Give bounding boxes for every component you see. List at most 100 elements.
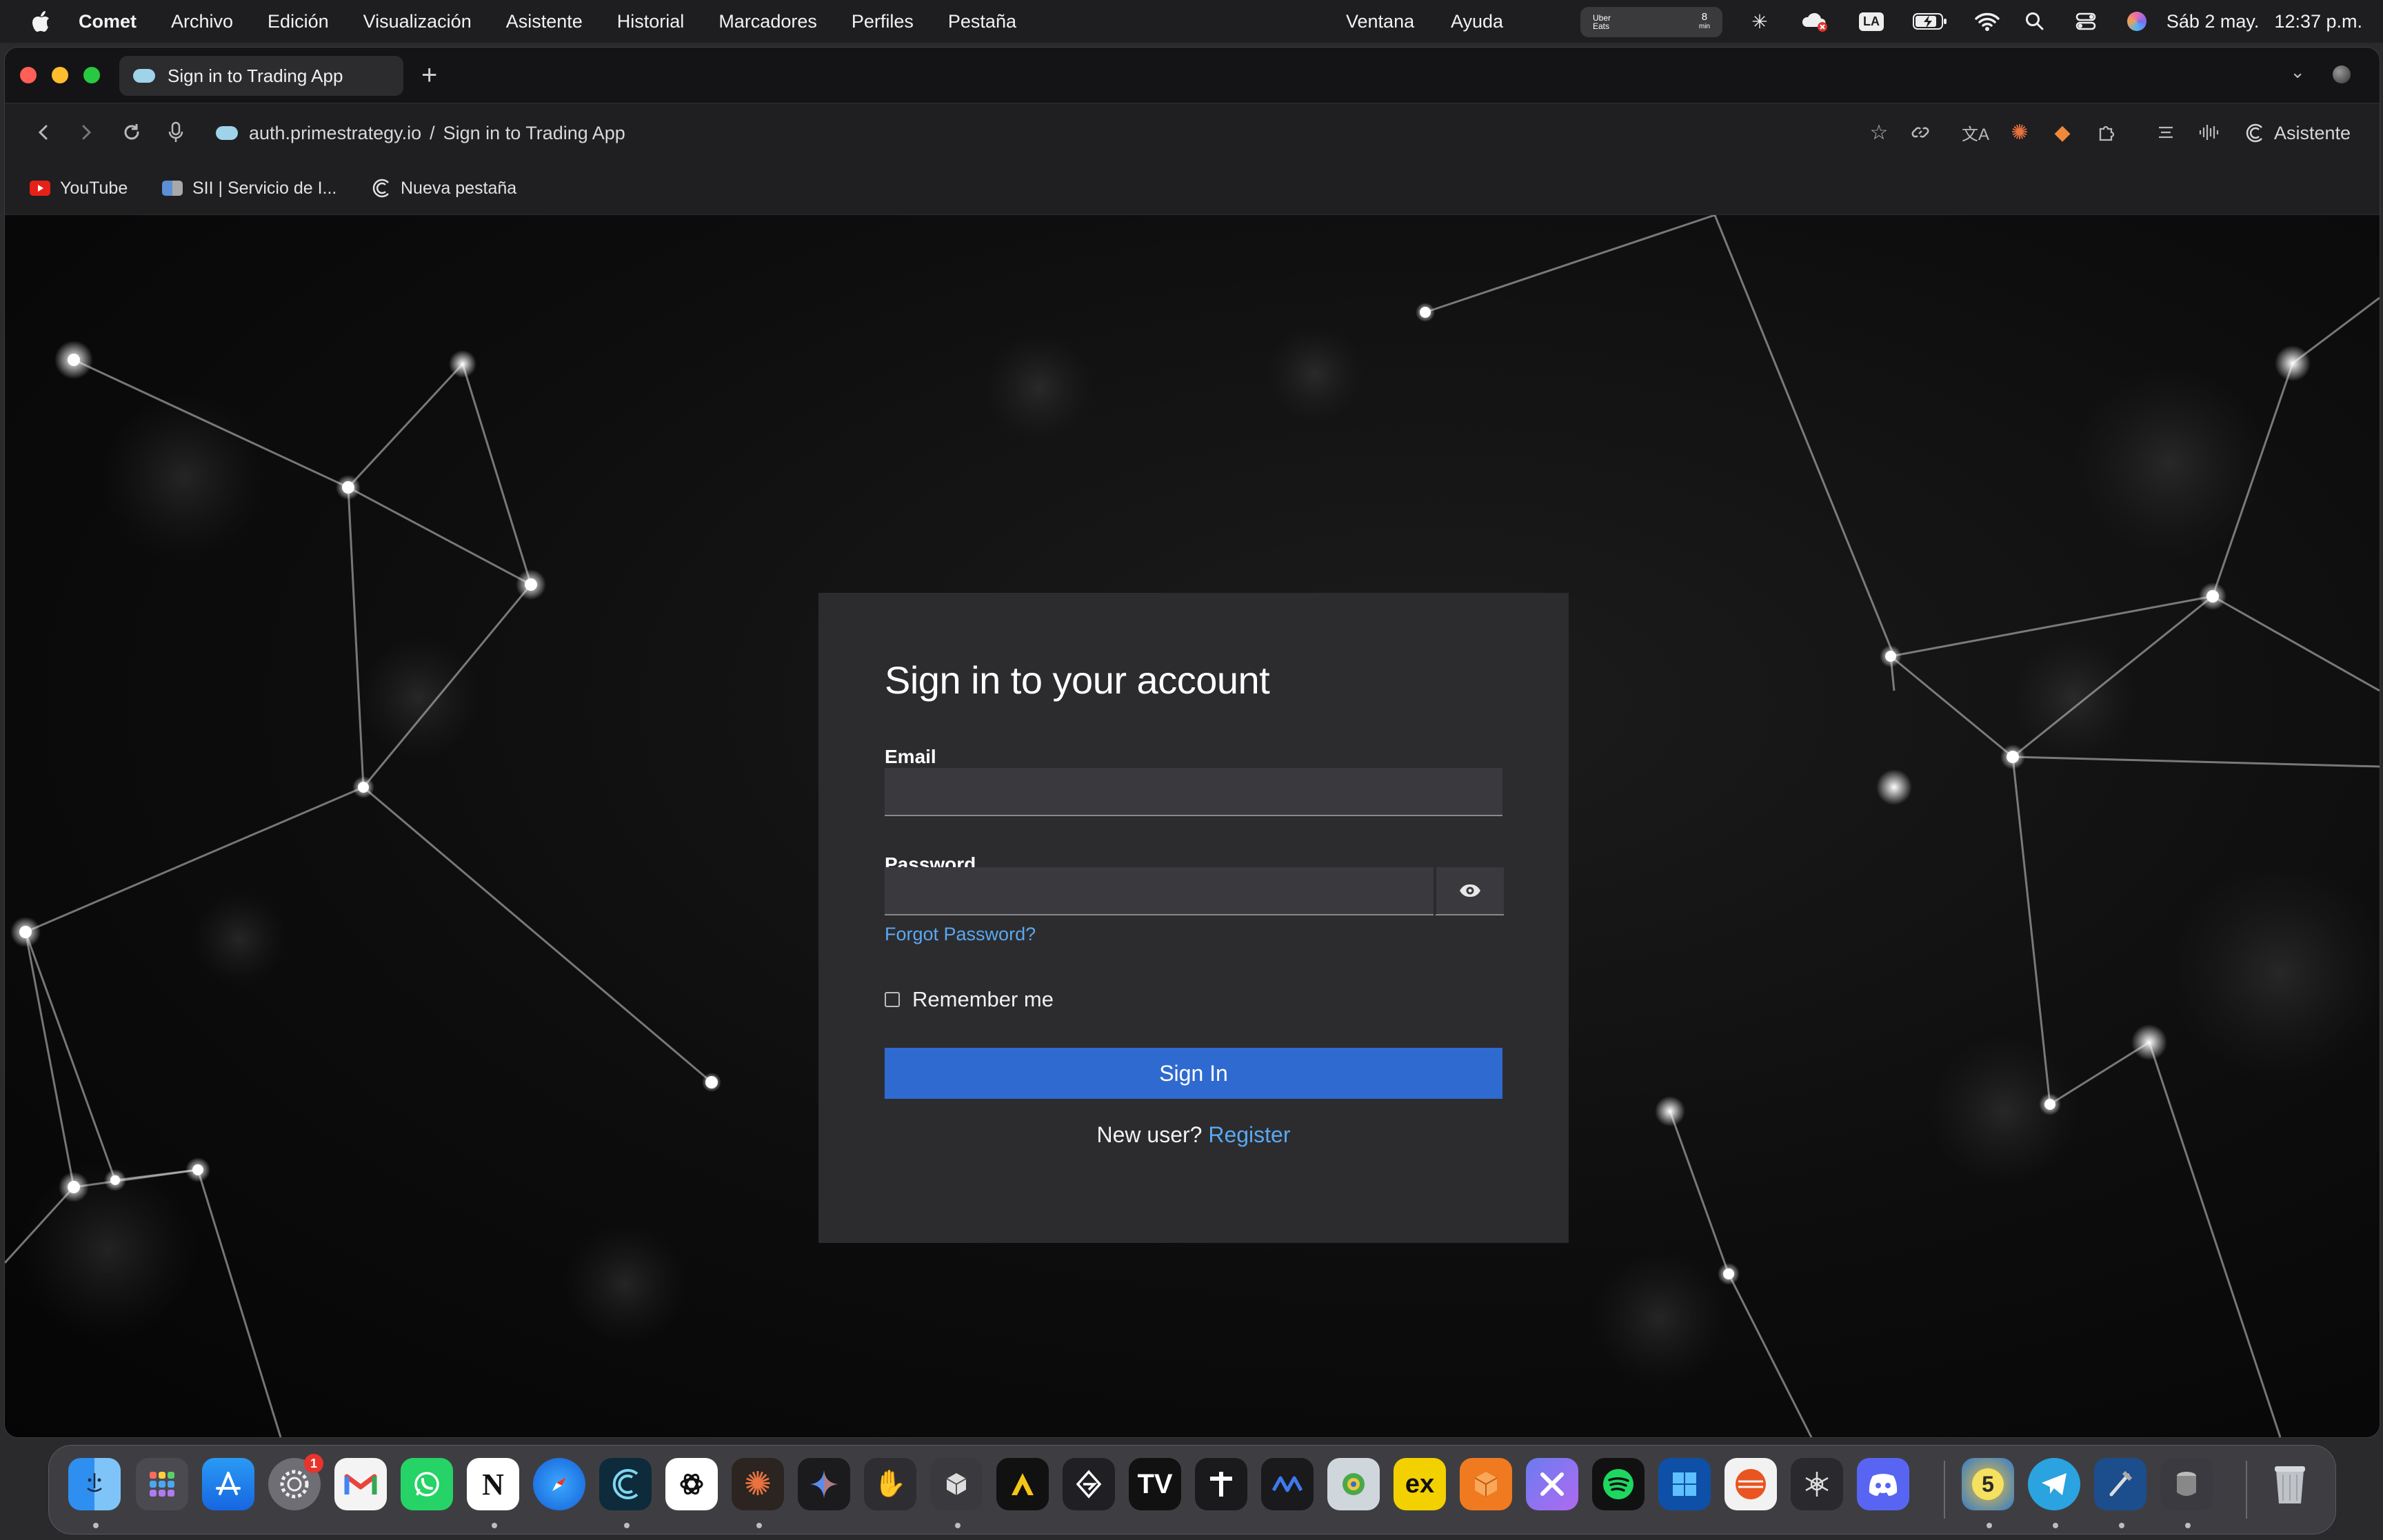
plus-app-icon[interactable] bbox=[1195, 1458, 1247, 1510]
copy-link-icon[interactable] bbox=[1907, 119, 1934, 146]
wifi-icon[interactable] bbox=[1973, 9, 2001, 34]
chatgpt-icon[interactable] bbox=[665, 1458, 718, 1510]
notion-icon[interactable]: N bbox=[467, 1458, 519, 1510]
assistant-button[interactable]: Asistente bbox=[2245, 103, 2351, 163]
comet-app-icon[interactable] bbox=[599, 1458, 652, 1510]
control-center-icon[interactable] bbox=[2074, 9, 2098, 34]
bookmark-star-icon[interactable]: ☆ bbox=[1865, 119, 1893, 146]
bookmark-label: YouTube bbox=[60, 178, 128, 198]
telegram-icon[interactable] bbox=[2028, 1458, 2080, 1510]
forgot-password-link[interactable]: Forgot Password? bbox=[885, 924, 1036, 945]
system-settings-icon[interactable]: 1 bbox=[268, 1454, 323, 1510]
ex-web-app-icon[interactable]: ex bbox=[1394, 1458, 1446, 1510]
new-user-prompt: New user? Register bbox=[818, 1122, 1569, 1148]
sign-in-button[interactable]: Sign In bbox=[885, 1048, 1502, 1099]
launchpad-icon[interactable] bbox=[136, 1458, 188, 1510]
running-indicator bbox=[492, 1523, 497, 1528]
menu-app-name[interactable]: Comet bbox=[79, 11, 137, 32]
menubar-clock[interactable]: Sáb 2 may. 12:37 p.m. bbox=[2166, 0, 2362, 43]
email-field[interactable] bbox=[885, 768, 1502, 816]
menu-perfiles[interactable]: Perfiles bbox=[852, 11, 914, 32]
hand-app-icon[interactable]: ✋ bbox=[864, 1458, 916, 1510]
extensions-puzzle-icon[interactable] bbox=[2093, 119, 2120, 146]
bookmark-label: SII | Servicio de I... bbox=[192, 178, 337, 198]
ubuntu-icon[interactable] bbox=[1725, 1458, 1777, 1510]
forward-icon[interactable] bbox=[74, 119, 99, 146]
gmail-icon[interactable] bbox=[334, 1458, 387, 1510]
menu-historial[interactable]: Historial bbox=[617, 11, 685, 32]
address-bar[interactable]: auth.primestrategy.io / Sign in to Tradi… bbox=[216, 103, 625, 163]
back-icon[interactable] bbox=[31, 119, 56, 146]
bookmark-nueva-pestana[interactable]: Nueva pestaña bbox=[372, 162, 516, 214]
siri-icon[interactable] bbox=[2125, 9, 2149, 34]
menu-edicion[interactable]: Edición bbox=[268, 11, 329, 32]
gemini-icon[interactable] bbox=[798, 1458, 850, 1510]
register-link[interactable]: Register bbox=[1208, 1122, 1290, 1147]
app-store-icon[interactable] bbox=[202, 1458, 254, 1510]
cursor-icon[interactable] bbox=[1063, 1458, 1115, 1510]
url-page-title: Sign in to Trading App bbox=[443, 122, 625, 143]
menu-archivo[interactable]: Archivo bbox=[171, 11, 233, 32]
menu-ayuda[interactable]: Ayuda bbox=[1451, 0, 1503, 43]
running-indicator bbox=[1987, 1523, 1992, 1528]
minimize-window-button[interactable] bbox=[52, 67, 68, 83]
bookmark-sii[interactable]: SII | Servicio de I... bbox=[162, 162, 336, 214]
translate-icon[interactable]: 文A bbox=[1962, 119, 1989, 146]
preview-icon[interactable] bbox=[1327, 1458, 1380, 1510]
apple-icon[interactable] bbox=[30, 10, 51, 33]
menu-pestana[interactable]: Pestaña bbox=[948, 11, 1016, 32]
zoom-window-button[interactable] bbox=[83, 67, 100, 83]
bookmark-label: Nueva pestaña bbox=[401, 178, 517, 198]
meta-app-icon[interactable] bbox=[1261, 1458, 1314, 1510]
remember-me-checkbox[interactable]: Remember me bbox=[885, 987, 1054, 1012]
finder-icon[interactable] bbox=[68, 1458, 121, 1510]
bookmark-youtube[interactable]: YouTube bbox=[30, 162, 128, 214]
tradingview-icon[interactable]: TV bbox=[1129, 1458, 1181, 1510]
uber-eats-label: Uber Eats bbox=[1593, 13, 1611, 31]
password-field[interactable] bbox=[885, 867, 1434, 915]
search-icon[interactable] bbox=[2023, 9, 2047, 34]
reload-icon[interactable] bbox=[118, 119, 145, 146]
uber-eats-live-activity[interactable]: Uber Eats 8 min bbox=[1580, 7, 1722, 37]
bookmarks-bar: YouTube SII | Servicio de I... Nueva pes… bbox=[5, 162, 2380, 215]
new-tab-button[interactable]: + bbox=[421, 59, 437, 92]
safari-icon[interactable] bbox=[533, 1458, 585, 1510]
checkbox-box[interactable] bbox=[885, 992, 900, 1007]
battery-charging-icon[interactable] bbox=[1913, 9, 1947, 34]
voice-waveform-icon[interactable] bbox=[2195, 119, 2222, 146]
menu-marcadores[interactable]: Marcadores bbox=[718, 11, 817, 32]
trash-icon[interactable] bbox=[2264, 1458, 2316, 1510]
metatrader-5-icon[interactable]: 5 bbox=[1962, 1458, 2014, 1510]
sparkle-icon[interactable]: ✳ bbox=[1749, 9, 1771, 34]
menu-ventana[interactable]: Ventana bbox=[1346, 0, 1414, 43]
profile-avatar[interactable] bbox=[2333, 65, 2351, 83]
cloud-error-icon[interactable] bbox=[1801, 9, 1829, 34]
running-indicator bbox=[955, 1523, 961, 1528]
keyboard-layout-indicator[interactable]: LA bbox=[1856, 9, 1887, 34]
close-window-button[interactable] bbox=[20, 67, 37, 83]
keyboard-layout-label: LA bbox=[1859, 12, 1884, 31]
menu-asistente[interactable]: Asistente bbox=[506, 11, 583, 32]
menu-visualizacion[interactable]: Visualización bbox=[363, 11, 472, 32]
box-app-icon[interactable] bbox=[1460, 1458, 1512, 1510]
cube-app-icon[interactable] bbox=[930, 1458, 983, 1510]
claude-icon[interactable]: ✺ bbox=[732, 1458, 784, 1510]
fox-extension-icon[interactable]: ◆ bbox=[2049, 119, 2076, 146]
claude-extension-icon[interactable]: ✺ bbox=[2006, 119, 2033, 146]
new-user-text: New user? bbox=[1096, 1122, 1203, 1147]
discord-icon[interactable] bbox=[1857, 1458, 1909, 1510]
microphone-icon[interactable] bbox=[162, 119, 190, 146]
tab-active[interactable]: Sign in to Trading App bbox=[119, 56, 403, 96]
disk-utility-icon[interactable] bbox=[2160, 1458, 2213, 1510]
network-app-icon[interactable] bbox=[1791, 1458, 1843, 1510]
whatsapp-icon[interactable] bbox=[401, 1458, 453, 1510]
tab-list-chevron-icon[interactable]: ⌄ bbox=[2290, 61, 2305, 83]
windows-app-icon[interactable] bbox=[1658, 1458, 1711, 1510]
arc-app-icon[interactable] bbox=[996, 1458, 1049, 1510]
show-password-eye-icon[interactable] bbox=[1435, 867, 1504, 915]
excalidraw-icon[interactable] bbox=[1526, 1458, 1578, 1510]
sidebar-list-icon[interactable] bbox=[2152, 119, 2180, 146]
xcode-icon[interactable] bbox=[2094, 1458, 2146, 1510]
spotify-icon[interactable] bbox=[1592, 1458, 1645, 1510]
date-label: Sáb 2 may. bbox=[2166, 10, 2260, 32]
